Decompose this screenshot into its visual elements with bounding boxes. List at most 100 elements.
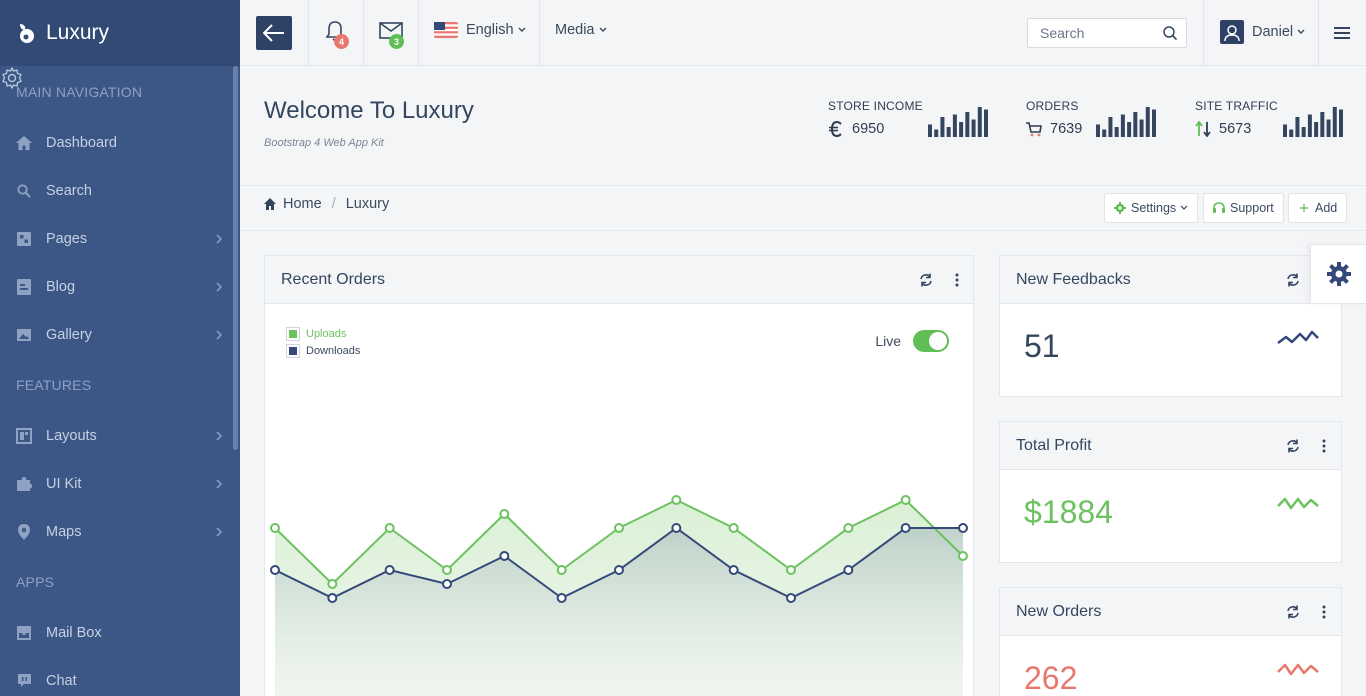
theme-settings-button[interactable]: [1310, 244, 1366, 304]
card-header: Total Profit: [1000, 422, 1341, 470]
chevron-right-icon: [214, 232, 224, 246]
menu-icon[interactable]: [1334, 26, 1350, 40]
user-menu[interactable]: Daniel: [1220, 20, 1305, 44]
search-input[interactable]: [1028, 19, 1148, 47]
stat-value: 7639: [1050, 121, 1083, 137]
refresh-icon[interactable]: [1286, 273, 1300, 287]
uploads-point: [728, 523, 739, 533]
uploads-point: [499, 509, 510, 519]
user-icon: [1224, 25, 1240, 41]
legend-label: Uploads: [306, 328, 347, 340]
logo-icon: [16, 22, 36, 44]
stat-label: STORE INCOME: [828, 99, 923, 113]
new-orders-card: New Orders 262: [999, 587, 1342, 696]
trend-icon: [1277, 663, 1319, 676]
sidebar-item-label: Blog: [46, 279, 76, 295]
search-icon[interactable]: [1162, 25, 1178, 41]
page-header: Welcome To Luxury Bootstrap 4 Web App Ki…: [240, 66, 1366, 186]
live-switch: Live: [875, 330, 949, 352]
sidebar-item-gallery[interactable]: Gallery: [0, 315, 232, 355]
sidebar-scrollbar[interactable]: [233, 66, 238, 450]
more-vertical-icon[interactable]: [955, 273, 959, 287]
refresh-icon[interactable]: [1286, 605, 1300, 619]
sparkline-bar: [940, 117, 945, 137]
plus-icon: [1300, 204, 1308, 212]
sparkline-bar: [1139, 119, 1144, 137]
cart-icon: [1026, 121, 1042, 137]
section-apps: APPS: [16, 574, 55, 590]
breadcrumb-bar: Home / Luxury Settings Support Add: [240, 186, 1366, 231]
sidebar-item-ui-kit[interactable]: UI Kit: [0, 464, 232, 504]
legend-item[interactable]: Downloads: [286, 344, 360, 358]
support-button[interactable]: Support: [1203, 193, 1284, 223]
more-vertical-icon[interactable]: [1322, 439, 1326, 453]
media-label: Media: [555, 22, 595, 38]
divider: [1203, 0, 1204, 66]
chevron-down-icon: [518, 27, 526, 32]
sidebar-item-dashboard[interactable]: Dashboard: [0, 123, 232, 163]
stat-value: 5673: [1219, 121, 1252, 137]
brand-name: Luxury: [46, 21, 110, 44]
toggle-knob: [929, 332, 947, 350]
sidebar-item-label: Mail Box: [46, 625, 102, 641]
chat-icon: [16, 673, 32, 689]
legend-item[interactable]: Uploads: [286, 327, 360, 341]
live-toggle[interactable]: [913, 330, 949, 352]
site-traffic-sparkline: [1283, 107, 1343, 137]
sidebar-item-mail-box[interactable]: Mail Box: [0, 613, 232, 653]
chevron-down-icon: [1180, 205, 1188, 210]
card-header: New Feedbacks: [1000, 256, 1341, 304]
media-dropdown[interactable]: Media: [555, 22, 607, 38]
puzzle-icon: [16, 476, 32, 492]
sidebar-item-pages[interactable]: Pages: [0, 219, 232, 259]
language-dropdown[interactable]: English: [434, 22, 526, 38]
add-button[interactable]: Add: [1288, 193, 1348, 223]
inbox-icon: [16, 625, 32, 641]
sparkline-bar: [1295, 117, 1300, 137]
sidebar-item-label: Chat: [46, 673, 77, 689]
refresh-icon[interactable]: [1286, 439, 1300, 453]
arrow-left-icon: [263, 24, 284, 42]
sidebar-item-label: Maps: [46, 524, 82, 540]
search-field: [1027, 18, 1187, 48]
sidebar-item-search[interactable]: Search: [0, 171, 232, 211]
uploads-point: [958, 551, 968, 561]
more-vertical-icon[interactable]: [1322, 605, 1326, 619]
chevron-right-icon: [214, 477, 224, 491]
card-header: Recent Orders: [265, 256, 973, 304]
notifications-button[interactable]: 4: [324, 20, 350, 49]
language-label: English: [466, 22, 514, 38]
breadcrumb-home[interactable]: Home: [283, 196, 322, 212]
arrows-updown-icon: [1195, 121, 1211, 137]
sparkline-bar: [959, 122, 964, 137]
sidebar-item-chat[interactable]: Chat: [0, 661, 232, 696]
card-value: $1884: [1024, 494, 1113, 530]
topbar: 4 3 English Media Daniel: [240, 0, 1366, 66]
card-header: New Orders: [1000, 588, 1341, 636]
sparkline-bar: [1145, 107, 1150, 137]
sparkline-bar: [1120, 114, 1125, 137]
sidebar-item-blog[interactable]: Blog: [0, 267, 232, 307]
chevron-right-icon: [214, 525, 224, 539]
refresh-icon[interactable]: [919, 273, 933, 287]
avatar: [1220, 20, 1244, 44]
sidebar-item-layouts[interactable]: Layouts: [0, 416, 232, 456]
messages-button[interactable]: 3: [379, 20, 405, 49]
pages-icon: [16, 231, 32, 247]
brand[interactable]: Luxury: [0, 0, 240, 66]
sidebar: Luxury MAIN NAVIGATION FEATURES APPS Das…: [0, 0, 240, 696]
chevron-down-icon: [599, 27, 606, 32]
sparkline-bar: [965, 112, 970, 137]
sparkline-bar: [1307, 114, 1312, 137]
downloads-point: [556, 593, 567, 603]
sparkline-bar: [1096, 124, 1100, 137]
downloads-point: [671, 523, 682, 533]
sparkline-bar: [971, 119, 976, 137]
card-value: 262: [1024, 660, 1078, 696]
messages-badge: 3: [389, 34, 404, 49]
back-button[interactable]: [256, 16, 292, 50]
uploads-point: [786, 565, 796, 575]
sidebar-item-maps[interactable]: Maps: [0, 512, 232, 552]
uploads-point: [556, 565, 567, 575]
settings-button[interactable]: Settings: [1104, 193, 1199, 223]
